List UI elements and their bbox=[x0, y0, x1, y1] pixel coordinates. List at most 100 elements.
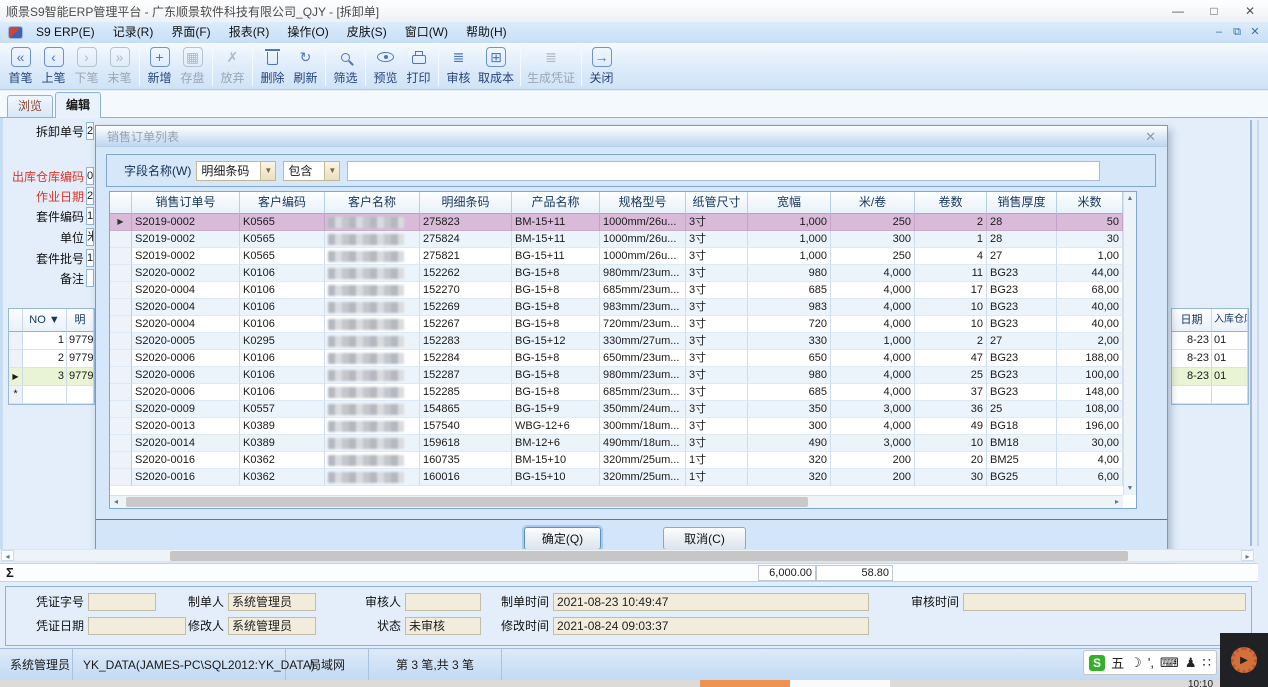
close-form-button[interactable]: →关闭 bbox=[585, 44, 618, 88]
print-button[interactable]: 打印 bbox=[402, 44, 435, 88]
table-row[interactable]: S2020-0002K0106152262BG-15+8980mm/23um..… bbox=[110, 265, 1123, 282]
menu-item[interactable]: 皮肤(S) bbox=[338, 25, 396, 39]
cancel-button[interactable]: 取消(C) bbox=[663, 527, 746, 550]
scroll-down-icon[interactable]: ▼ bbox=[1124, 485, 1136, 492]
tab-edit[interactable]: 编辑 bbox=[55, 92, 101, 118]
prev-record-button[interactable]: ‹上笔 bbox=[37, 44, 70, 88]
table-row[interactable]: S2019-0002K0565275821BG-15+111000mm/26u.… bbox=[110, 248, 1123, 265]
detail-row[interactable]: 297792 bbox=[9, 350, 94, 368]
mdi-minimize-icon[interactable]: – bbox=[1210, 22, 1228, 43]
scroll-left-icon[interactable]: ◂ bbox=[1, 550, 14, 561]
column-header[interactable]: 米数 bbox=[1057, 192, 1123, 214]
table-row[interactable]: S2020-0004K0106152267BG-15+8720mm/23um..… bbox=[110, 316, 1123, 333]
menu-item[interactable]: 操作(O) bbox=[278, 25, 337, 39]
mdi-close-icon[interactable]: ✕ bbox=[1246, 22, 1264, 43]
taskbar-item-white[interactable] bbox=[790, 680, 890, 687]
scroll-right-icon[interactable]: ▸ bbox=[1111, 496, 1123, 508]
mdi-restore-icon[interactable]: ⧉ bbox=[1228, 22, 1246, 43]
detail-row[interactable]: ▶397792 bbox=[9, 368, 94, 386]
table-row[interactable]: S2020-0006K0106152285BG-15+8685mm/23um..… bbox=[110, 384, 1123, 401]
detail-row[interactable]: 8-2301 bbox=[1172, 350, 1248, 368]
chevron-down-icon[interactable]: ▼ bbox=[260, 162, 275, 180]
table-row[interactable]: S2020-0013K0389157540WBG-12+6300mm/18um.… bbox=[110, 418, 1123, 435]
column-header[interactable]: 米/卷 bbox=[831, 192, 915, 214]
field-input[interactable]: 0 bbox=[86, 167, 94, 185]
first-record-button[interactable]: «首笔 bbox=[4, 44, 37, 88]
table-row[interactable]: S2020-0009K0557154865BG-15+9350mm/24um..… bbox=[110, 401, 1123, 418]
detail-row[interactable]: 8-2301 bbox=[1172, 368, 1248, 386]
table-row[interactable]: ▶S2019-0002K0565275823BM-15+111000mm/26u… bbox=[110, 214, 1123, 231]
field-input[interactable]: 1 bbox=[86, 207, 94, 225]
form-hscrollbar[interactable]: ◂ ▸ bbox=[0, 549, 1255, 562]
scroll-left-icon[interactable]: ◂ bbox=[110, 496, 122, 508]
ok-button[interactable]: 确定(Q) bbox=[524, 527, 601, 550]
footer-field-value[interactable]: 系统管理员 bbox=[228, 617, 316, 635]
refresh-button[interactable]: ↻刷新 bbox=[289, 44, 322, 88]
field-input[interactable]: 2 bbox=[86, 122, 94, 140]
footer-field-value[interactable] bbox=[88, 593, 156, 611]
audit-button[interactable]: ≣审核 bbox=[442, 44, 475, 88]
filter-button[interactable]: 筛选 bbox=[329, 44, 362, 88]
sogou-keyboard-icon[interactable]: ⌨ bbox=[1160, 655, 1179, 671]
table-row[interactable]: S2020-0004K0106152269BG-15+8983mm/23um..… bbox=[110, 299, 1123, 316]
field-input[interactable]: 2 bbox=[86, 187, 94, 205]
chevron-down-icon[interactable]: ▼ bbox=[324, 162, 339, 180]
menu-item[interactable]: 记录(R) bbox=[104, 25, 163, 39]
column-header[interactable]: 卷数 bbox=[915, 192, 987, 214]
column-header[interactable]: 明细条码 bbox=[420, 192, 512, 214]
tray-app-logo[interactable]: ▶ bbox=[1220, 633, 1268, 687]
operator-select[interactable]: 包含 ▼ bbox=[283, 161, 340, 181]
table-row[interactable]: S2020-0014K0389159618BM-12+6490mm/18um..… bbox=[110, 435, 1123, 452]
detail-row[interactable]: 8-2301 bbox=[1172, 332, 1248, 350]
tab-browse[interactable]: 浏览 bbox=[7, 95, 53, 117]
footer-field-value[interactable] bbox=[405, 593, 481, 611]
add-button[interactable]: +新增 bbox=[143, 44, 176, 88]
taskbar-item-orange[interactable] bbox=[700, 680, 790, 687]
detail-row[interactable]: 197792 bbox=[9, 332, 94, 350]
table-row[interactable]: S2019-0002K0565275824BM-15+111000mm/26u.… bbox=[110, 231, 1123, 248]
table-row[interactable]: S2020-0005K0295152283BG-15+12330mm/27um.… bbox=[110, 333, 1123, 350]
menu-item[interactable]: 窗口(W) bbox=[396, 25, 457, 39]
column-header[interactable]: 纸管尺寸 bbox=[686, 192, 748, 214]
table-row[interactable]: S2020-0016K0362160735BM-15+10320mm/25um.… bbox=[110, 452, 1123, 469]
sogou-person-icon[interactable]: ♟ bbox=[1185, 655, 1197, 671]
form-hscroll-thumb[interactable] bbox=[170, 551, 1128, 561]
table-row[interactable]: S2020-0006K0106152284BG-15+8650mm/23um..… bbox=[110, 350, 1123, 367]
footer-field-value[interactable]: 系统管理员 bbox=[228, 593, 316, 611]
scroll-up-icon[interactable]: ▲ bbox=[1124, 195, 1136, 202]
hscroll-thumb[interactable] bbox=[126, 497, 808, 507]
sogou-halfmoon-icon[interactable]: ☽ bbox=[1130, 655, 1142, 671]
table-vscrollbar[interactable]: ▲ ▼ bbox=[1123, 192, 1136, 495]
get-cost-button[interactable]: ⊞取成本 bbox=[475, 44, 517, 88]
footer-field-value[interactable]: 未审核 bbox=[405, 617, 481, 635]
sogou-punctuation-icon[interactable]: ', bbox=[1148, 655, 1154, 670]
new-row[interactable]: * bbox=[9, 386, 94, 404]
table-row[interactable]: S2020-0004K0106152270BG-15+8685mm/23um..… bbox=[110, 282, 1123, 299]
footer-field-value[interactable]: 2021-08-23 10:49:47 bbox=[553, 593, 869, 611]
table-row[interactable]: S2020-0016K0362160016BG-15+10320mm/25um.… bbox=[110, 469, 1123, 486]
footer-field-value[interactable] bbox=[963, 593, 1246, 611]
footer-field-value[interactable]: 2021-08-24 09:03:37 bbox=[553, 617, 869, 635]
sogou-wubi-icon[interactable]: 五 bbox=[1111, 653, 1124, 672]
preview-button[interactable]: 预览 bbox=[369, 44, 402, 88]
menu-item[interactable]: 帮助(H) bbox=[457, 25, 516, 39]
close-icon[interactable]: ✕ bbox=[1232, 0, 1268, 22]
field-input[interactable]: 米 bbox=[86, 228, 94, 246]
table-row[interactable]: S2020-0006K0106152287BG-15+8980mm/23um..… bbox=[110, 367, 1123, 384]
field-input[interactable]: 1 bbox=[86, 249, 94, 267]
column-header[interactable]: 客户名称 bbox=[325, 192, 420, 214]
field-select[interactable]: 明细条码 ▼ bbox=[196, 161, 276, 181]
dialog-close-icon[interactable]: ✕ bbox=[1145, 130, 1156, 143]
delete-button[interactable]: 删除 bbox=[256, 44, 289, 88]
minimize-icon[interactable]: — bbox=[1160, 0, 1196, 22]
column-header[interactable]: 宽幅 bbox=[748, 192, 831, 214]
filter-value-input[interactable] bbox=[347, 161, 1100, 181]
field-input[interactable] bbox=[86, 269, 94, 287]
menu-item[interactable]: S9 ERP(E) bbox=[27, 25, 104, 39]
menu-item[interactable]: 界面(F) bbox=[162, 25, 219, 39]
dialog-titlebar[interactable]: 销售订单列表 ✕ bbox=[96, 126, 1167, 147]
table-hscrollbar[interactable]: ◂ ▸ bbox=[110, 495, 1123, 508]
scroll-right-icon[interactable]: ▸ bbox=[1241, 550, 1254, 561]
menu-item[interactable]: 报表(R) bbox=[220, 25, 279, 39]
column-header[interactable]: 销售厚度 bbox=[987, 192, 1057, 214]
